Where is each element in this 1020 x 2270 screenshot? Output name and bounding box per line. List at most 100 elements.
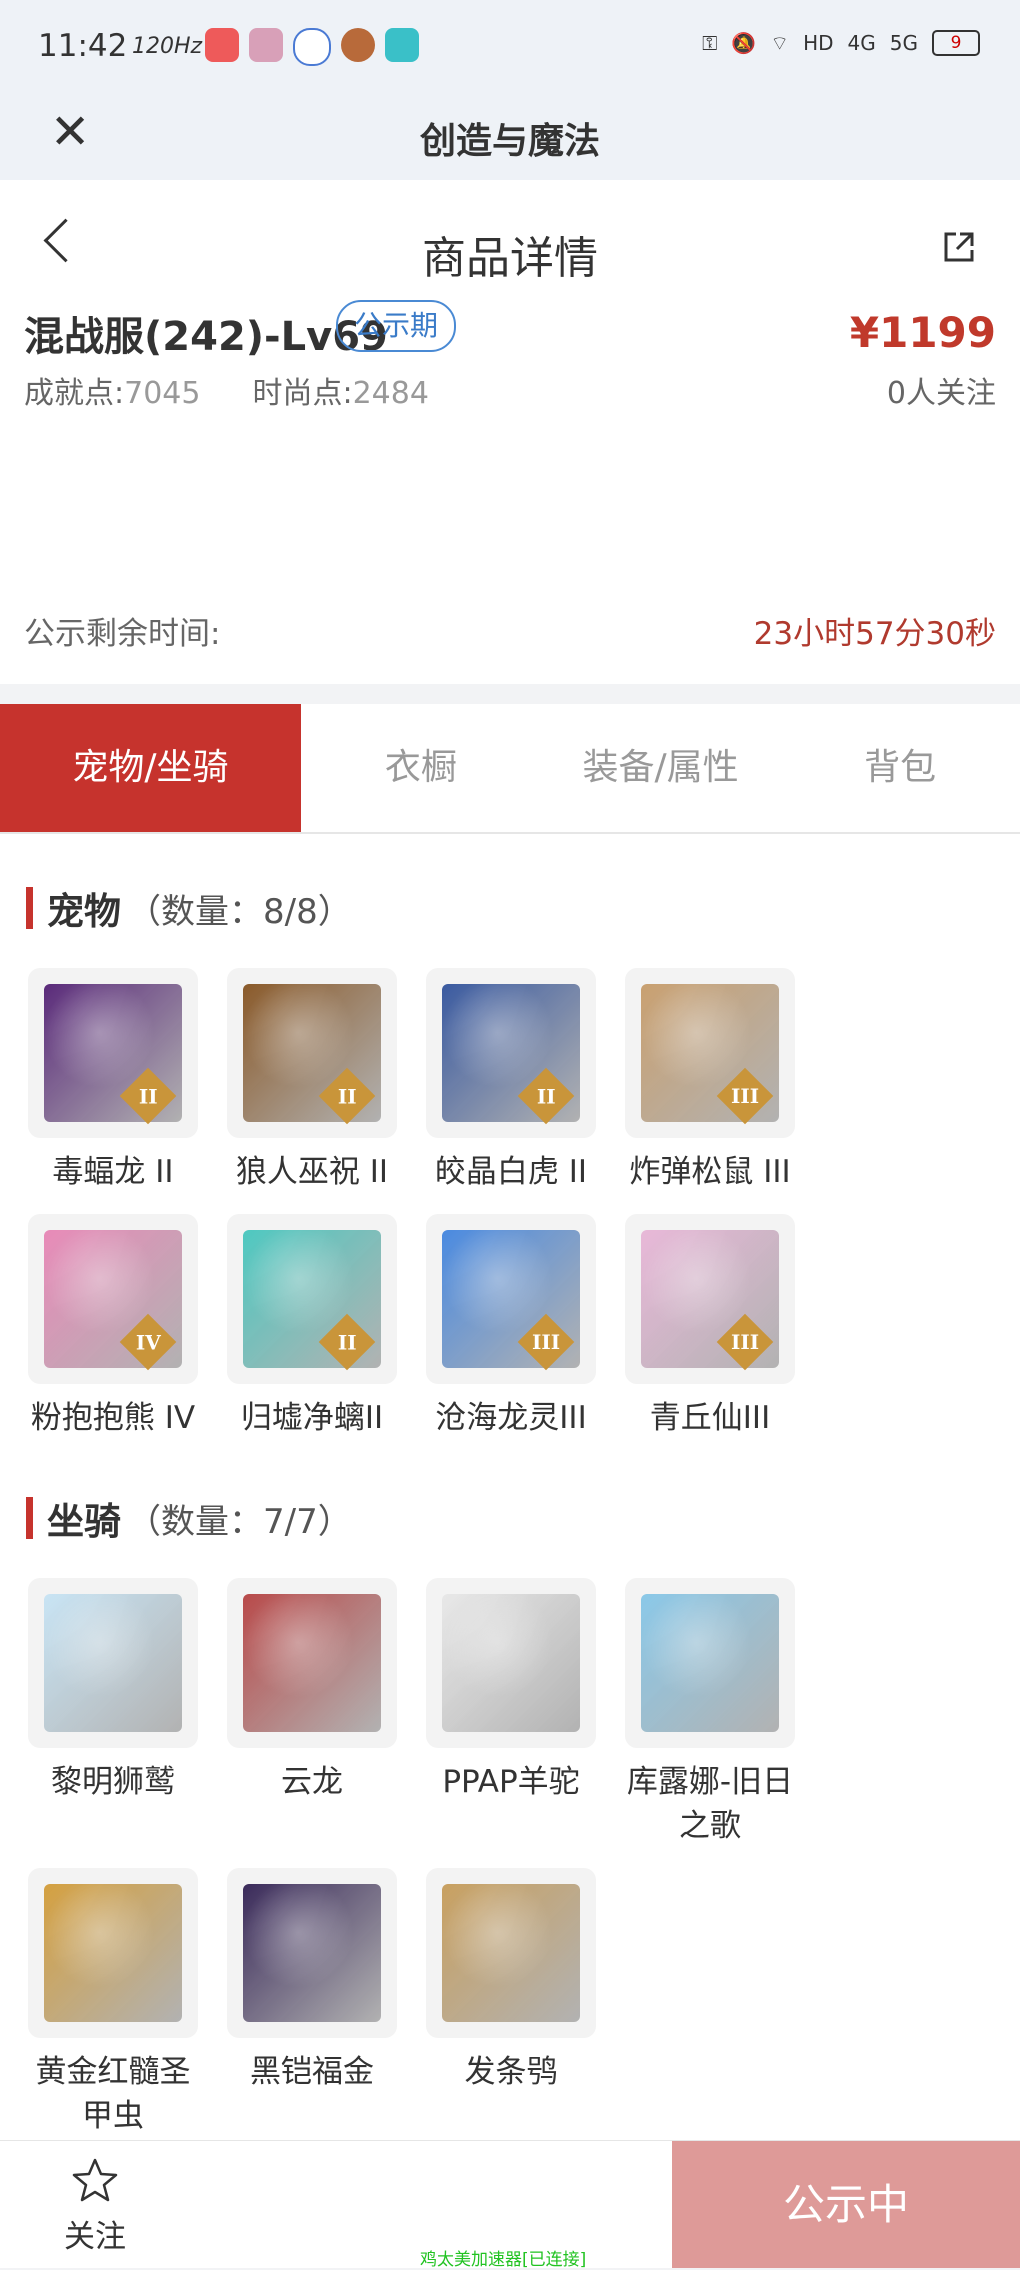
section-count: （数量：7/7） bbox=[127, 1501, 352, 1542]
pet-item[interactable]: III 沧海龙灵III bbox=[425, 1214, 624, 1440]
item-name: 粉抱抱熊 IV bbox=[30, 1400, 196, 1436]
tab-equipment[interactable]: 装备/属性 bbox=[541, 704, 781, 832]
tier-label: III bbox=[730, 1329, 760, 1354]
mount-item[interactable]: 云龙 bbox=[226, 1578, 425, 1848]
fashion-value: 2484 bbox=[352, 376, 429, 411]
pets-section: 宠物 （数量：8/8） II 毒蝠龙 II II 狼人巫祝 II II 皎晶白虎 II II… bbox=[0, 884, 1020, 1460]
product-page: 商品详情 混战服(242)-Lv69 公示期 ¥1199 成就点:7045 时尚点… bbox=[0, 180, 1020, 2222]
wifi-icon: ⌔ bbox=[770, 30, 790, 55]
mount-item[interactable]: 发条鸮 bbox=[425, 1868, 624, 2138]
item-thumbnail: II bbox=[426, 968, 596, 1138]
tier-label: III bbox=[531, 1329, 561, 1354]
item-name: 狼人巫祝 II bbox=[235, 1154, 389, 1190]
key-icon: ⚿ bbox=[702, 31, 718, 55]
creature-image bbox=[44, 1884, 182, 2022]
product-info: 混战服(242)-Lv69 公示期 ¥1199 成就点:7045 时尚点:2484… bbox=[0, 300, 1020, 574]
creature-image bbox=[44, 1594, 182, 1732]
item-thumbnail: II bbox=[28, 968, 198, 1138]
item-name: 云龙 bbox=[281, 1764, 343, 1800]
item-name: 黄金红髓圣甲虫 bbox=[35, 2054, 191, 2134]
mount-item[interactable]: PPAP羊驼 bbox=[425, 1578, 624, 1848]
page-header: 商品详情 bbox=[0, 180, 1020, 300]
refresh-rate: 120Hz bbox=[132, 34, 203, 59]
app-notification-icon bbox=[249, 28, 283, 62]
pet-item[interactable]: III 青丘仙III bbox=[624, 1214, 823, 1440]
item-name: 炸弹松鼠 III bbox=[629, 1154, 791, 1190]
hd-icon: HD bbox=[803, 31, 834, 55]
tab-pets-mounts[interactable]: 宠物/坐骑 bbox=[0, 704, 301, 832]
app-notification-icon bbox=[205, 28, 239, 62]
pet-item[interactable]: IV 粉抱抱熊 IV bbox=[27, 1214, 226, 1440]
item-thumbnail bbox=[625, 1578, 795, 1748]
pet-item[interactable]: II 毒蝠龙 II bbox=[27, 968, 226, 1194]
item-thumbnail: III bbox=[426, 1214, 596, 1384]
page-title: 商品详情 bbox=[422, 233, 598, 284]
tab-content: 宠物 （数量：8/8） II 毒蝠龙 II II 狼人巫祝 II II 皎晶白虎 II II… bbox=[0, 834, 1020, 2222]
item-name: 皎晶白虎 II bbox=[434, 1154, 588, 1190]
mute-icon: 🔕 bbox=[731, 31, 757, 55]
status-bar: 11:42 120Hz ⚿ 🔕 ⌔ HD 4G 5G 9 bbox=[0, 0, 1020, 90]
item-name: 青丘仙III bbox=[649, 1400, 771, 1436]
signal-4g-icon: 4G bbox=[847, 31, 876, 55]
publicity-status-button[interactable]: 公示中 bbox=[672, 2141, 1020, 2268]
mount-item[interactable]: 库露娜-旧日之歌 bbox=[624, 1578, 823, 1848]
item-name: 沧海龙灵III bbox=[435, 1400, 587, 1436]
app-title: 创造与魔法 bbox=[419, 121, 600, 162]
creature-image bbox=[243, 1594, 381, 1732]
follow-label: 关注 bbox=[64, 2219, 126, 2255]
creature-image bbox=[442, 1594, 580, 1732]
app-notification-icon bbox=[341, 28, 375, 62]
tier-label: II bbox=[138, 1084, 158, 1108]
section-title: 宠物 （数量：8/8） bbox=[0, 884, 1020, 933]
mount-item[interactable]: 黎明狮鹫 bbox=[27, 1578, 226, 1848]
share-icon[interactable] bbox=[942, 230, 976, 264]
watermark-text: 鸡太美加速器[已连接] bbox=[420, 2250, 587, 2270]
item-name: 库露娜-旧日之歌 bbox=[626, 1764, 794, 1844]
mounts-grid: 黎明狮鹫 云龙 PPAP羊驼 库露娜-旧日之歌黄金红髓圣甲虫 黑铠福金 发条鸮 bbox=[0, 1578, 1020, 2158]
section-title: 坐骑 （数量：7/7） bbox=[0, 1494, 1020, 1543]
item-thumbnail: II bbox=[227, 1214, 397, 1384]
item-thumbnail bbox=[28, 1578, 198, 1748]
signal-5g-icon: 5G bbox=[889, 31, 918, 55]
countdown-row: 公示剩余时间: 23小时57分30秒 bbox=[0, 574, 1020, 684]
item-thumbnail: III bbox=[625, 1214, 795, 1384]
pet-item[interactable]: II 归墟净螭II bbox=[226, 1214, 425, 1440]
tier-label: II bbox=[337, 1084, 357, 1108]
tier-label: III bbox=[730, 1083, 760, 1108]
status-time: 11:42 bbox=[38, 28, 128, 64]
item-name: 黎明狮鹫 bbox=[51, 1764, 175, 1800]
countdown-value: 23小时57分30秒 bbox=[753, 616, 996, 652]
points-row: 成就点:7045 时尚点:2484 bbox=[24, 368, 429, 412]
bottom-bar: 关注 鸡太美加速器[已连接] 公示中 bbox=[0, 2140, 1020, 2270]
item-name: 发条鸮 bbox=[464, 2054, 558, 2090]
tab-wardrobe[interactable]: 衣橱 bbox=[301, 704, 541, 832]
battery-icon: 9 bbox=[932, 30, 980, 56]
item-name: 归墟净螭II bbox=[240, 1400, 384, 1436]
item-name: 黑铠福金 bbox=[250, 2054, 374, 2090]
star-icon bbox=[72, 2158, 118, 2202]
mount-item[interactable]: 黑铠福金 bbox=[226, 1868, 425, 2138]
item-thumbnail: II bbox=[227, 968, 397, 1138]
mount-item[interactable]: 黄金红髓圣甲虫 bbox=[27, 1868, 226, 2138]
mounts-section: 坐骑 （数量：7/7） 黎明狮鹫 云龙 PPAP羊驼 库露娜-旧日之歌黄金红髓圣甲虫 黑… bbox=[0, 1494, 1020, 2158]
app-bar: ✕ 创造与魔法 bbox=[0, 90, 1020, 180]
app-notification-icon bbox=[385, 28, 419, 62]
notification-icons bbox=[205, 28, 419, 66]
pets-grid: II 毒蝠龙 II II 狼人巫祝 II II 皎晶白虎 II III 炸弹松鼠 III IV 粉… bbox=[0, 968, 1020, 1460]
pet-item[interactable]: III 炸弹松鼠 III bbox=[624, 968, 823, 1194]
tab-backpack[interactable]: 背包 bbox=[780, 704, 1020, 832]
tier-label: II bbox=[536, 1084, 556, 1108]
item-thumbnail bbox=[227, 1578, 397, 1748]
pet-item[interactable]: II 皎晶白虎 II bbox=[425, 968, 624, 1194]
item-thumbnail: III bbox=[625, 968, 795, 1138]
achievement-label: 成就点: bbox=[24, 376, 125, 411]
tab-bar: 宠物/坐骑 衣橱 装备/属性 背包 bbox=[0, 704, 1020, 834]
pet-item[interactable]: II 狼人巫祝 II bbox=[226, 968, 425, 1194]
follow-button[interactable]: 关注 bbox=[62, 2157, 128, 2256]
section-name: 坐骑 bbox=[47, 1500, 121, 1543]
creature-image bbox=[243, 1884, 381, 2022]
follower-count: 0人关注 bbox=[886, 376, 996, 411]
tier-label: IV bbox=[135, 1330, 161, 1354]
item-name: PPAP羊驼 bbox=[442, 1764, 580, 1800]
item-thumbnail: IV bbox=[28, 1214, 198, 1384]
